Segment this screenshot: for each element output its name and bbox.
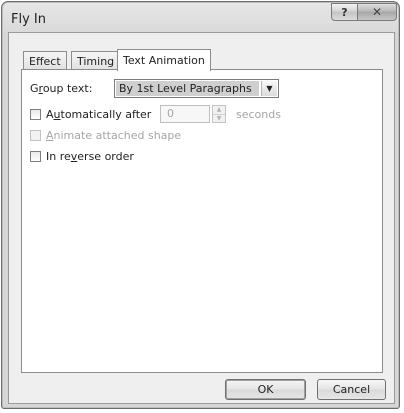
tab-text-animation[interactable]: Text Animation [117,49,211,71]
dialog-title: Fly In [11,12,46,27]
dialog-body: Effect Timing Text Animation Group text:… [8,32,395,404]
tab-timing-label: Timing [77,55,115,68]
group-text-value: By 1st Level Paragraphs [116,81,259,96]
tab-timing[interactable]: Timing [71,51,121,69]
group-text-row: Group text: By 1st Level Paragraphs ▼ [30,79,279,98]
animate-shape-row: Animate attached shape [30,129,181,142]
close-button[interactable]: ✕ [357,3,397,21]
ok-button[interactable]: OK [225,379,306,400]
auto-after-input[interactable]: 0 [160,105,210,123]
auto-after-checkbox[interactable] [30,109,41,120]
help-button[interactable]: ? [331,3,358,21]
reverse-order-label[interactable]: In reverse order [46,150,134,163]
auto-after-label[interactable]: Automatically after [46,108,151,121]
close-icon: ✕ [371,5,383,19]
title-bar[interactable]: Fly In ? ✕ [2,2,399,34]
group-text-dropdown[interactable]: By 1st Level Paragraphs ▼ [114,79,279,98]
chevron-down-icon[interactable]: ▼ [261,81,277,96]
animate-shape-checkbox[interactable] [30,130,41,141]
auto-after-spinner[interactable]: ▲ ▼ [212,105,226,123]
tab-text-animation-label: Text Animation [123,54,205,67]
spin-down-icon[interactable]: ▼ [213,114,225,123]
dialog-window: Fly In ? ✕ Effect Timing Text Animation … [1,1,400,409]
cancel-button[interactable]: Cancel [317,379,386,400]
text-animation-panel: Group text: By 1st Level Paragraphs ▼ Au… [21,69,383,373]
reverse-order-row: In reverse order [30,150,134,163]
reverse-order-checkbox[interactable] [30,151,41,162]
tab-effect[interactable]: Effect [23,51,67,69]
help-icon: ? [341,5,348,19]
animate-shape-label: Animate attached shape [46,129,182,142]
seconds-label: seconds [236,108,281,121]
spin-up-icon[interactable]: ▲ [213,106,225,114]
auto-after-row: Automatically after 0 ▲ ▼ seconds [30,105,281,123]
tab-effect-label: Effect [29,55,61,68]
group-text-label: Group text: [30,82,93,95]
